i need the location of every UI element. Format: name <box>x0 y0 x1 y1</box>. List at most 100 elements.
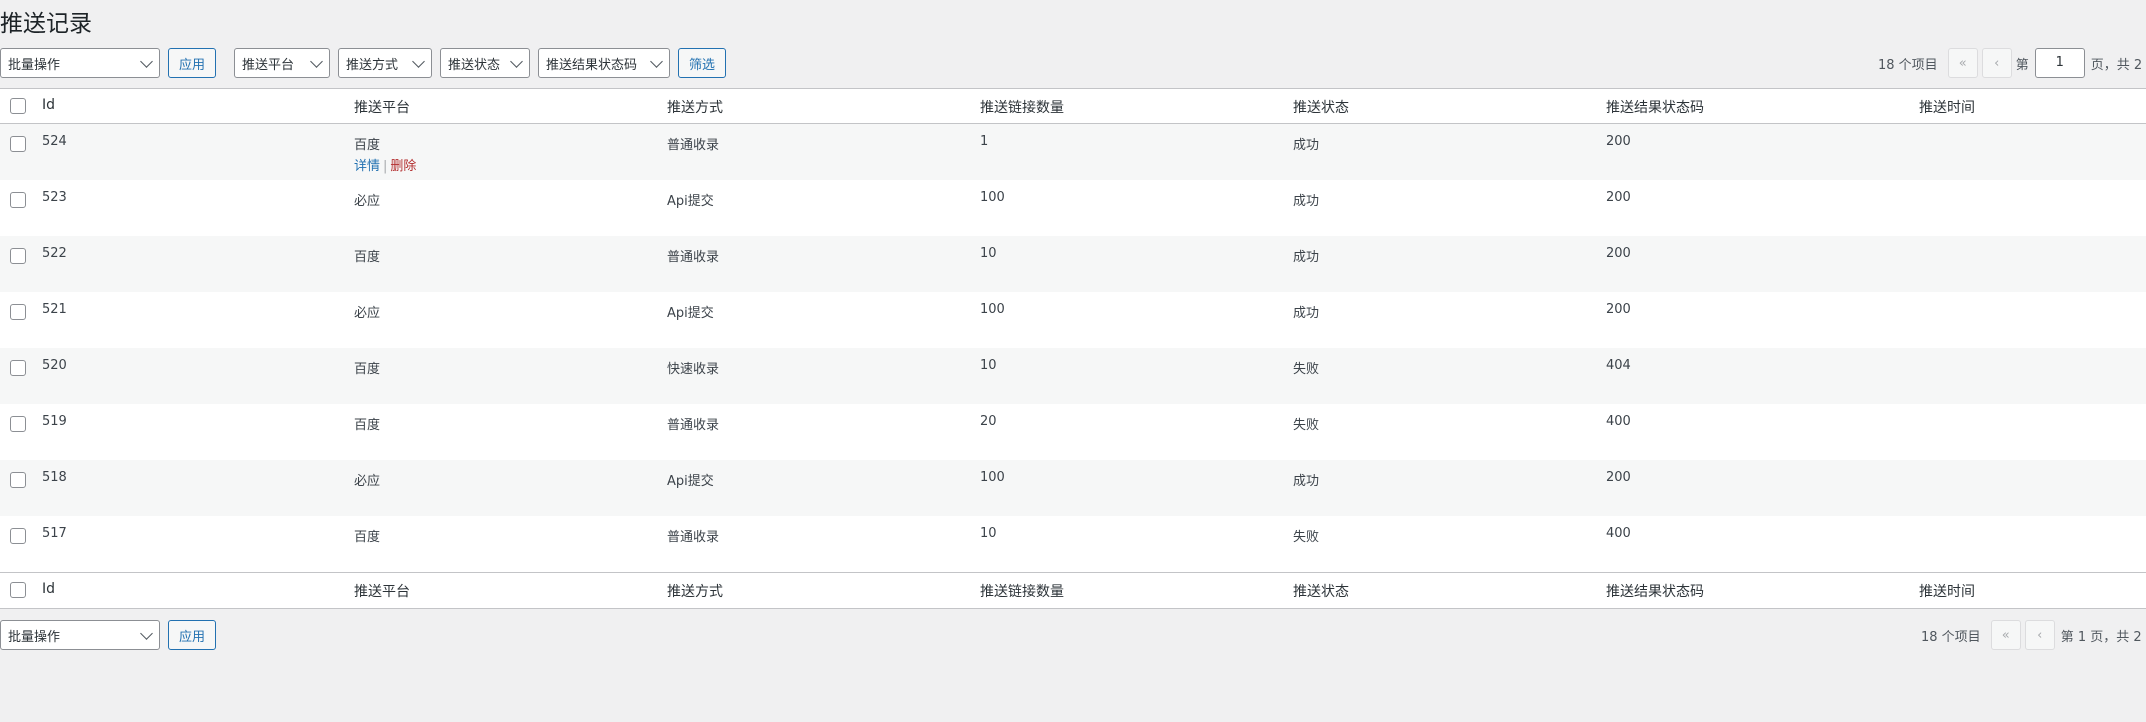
cell-id: 523 <box>42 190 67 205</box>
apply-button-bottom[interactable]: 应用 <box>168 620 216 650</box>
cell-link-count: 10 <box>980 358 997 373</box>
cell-result-code: 200 <box>1606 190 1631 205</box>
bottom-toolbar: 批量操作 应用 <box>0 620 216 650</box>
status-filter-select[interactable]: 推送状态 <box>440 48 530 78</box>
cell-method: 普通收录 <box>667 138 720 153</box>
table-row: 519 百度 普通收录 20 失败 400 <box>0 404 2146 460</box>
result-code-filter-label: 推送结果状态码 <box>546 57 638 73</box>
current-page-input[interactable]: 1 <box>2034 48 2085 78</box>
row-checkbox[interactable] <box>10 472 26 488</box>
action-separator: | <box>383 159 388 174</box>
table-header: Id 推送平台 推送方式 推送链接数量 推送状态 推送结果状态码 推送时间 <box>0 89 2146 124</box>
cell-result-code: 200 <box>1606 470 1631 485</box>
column-header-id[interactable]: Id <box>42 97 55 113</box>
page-indicator-bottom: 第 1 页，共 2 页 <box>2060 629 2146 645</box>
pagination-top: 18 个项目 « ‹ 第 1 页，共 2 页 <box>1878 48 2146 78</box>
cell-status: 成功 <box>1293 250 1320 265</box>
select-all-checkbox-footer[interactable] <box>10 582 26 598</box>
cell-link-count: 100 <box>980 470 1005 485</box>
cell-result-code: 200 <box>1606 246 1631 261</box>
bulk-action-label: 批量操作 <box>8 57 61 73</box>
bulk-action-select[interactable]: 批量操作 <box>0 48 160 78</box>
filter-button[interactable]: 筛选 <box>678 48 726 78</box>
table-row: 518 必应 Api提交 100 成功 200 <box>0 460 2146 516</box>
chevron-down-icon <box>650 54 663 68</box>
first-page-button-bottom[interactable]: « <box>1990 620 2021 650</box>
table-body: 524 百度 普通收录 1 成功 200 详情 | 删除 523 必应 Api提交 100 成功 200 52… <box>0 124 2146 572</box>
method-filter-select[interactable]: 推送方式 <box>338 48 432 78</box>
column-footer-link-count: 推送链接数量 <box>980 584 1064 600</box>
cell-id: 518 <box>42 470 67 485</box>
cell-status: 失败 <box>1293 362 1320 377</box>
row-checkbox[interactable] <box>10 136 26 152</box>
chevron-down-icon <box>310 54 323 68</box>
status-filter-label: 推送状态 <box>448 57 501 73</box>
column-header-method: 推送方式 <box>667 100 723 116</box>
row-checkbox[interactable] <box>10 416 26 432</box>
cell-status: 失败 <box>1293 530 1320 545</box>
table-row: 517 百度 普通收录 10 失败 400 <box>0 516 2146 572</box>
cell-link-count: 20 <box>980 414 997 429</box>
row-checkbox[interactable] <box>10 248 26 264</box>
result-code-filter-select[interactable]: 推送结果状态码 <box>538 48 670 78</box>
cell-platform: 百度 <box>354 138 381 153</box>
prev-page-button[interactable]: ‹ <box>1981 48 2012 78</box>
table-row: 523 必应 Api提交 100 成功 200 <box>0 180 2146 236</box>
detail-link[interactable]: 详情 <box>354 159 380 174</box>
delete-link[interactable]: 删除 <box>390 159 416 174</box>
cell-platform: 百度 <box>354 362 381 377</box>
cell-link-count: 10 <box>980 526 997 541</box>
cell-method: 快速收录 <box>667 362 720 377</box>
cell-platform: 必应 <box>354 474 381 489</box>
cell-id: 522 <box>42 246 67 261</box>
cell-status: 成功 <box>1293 474 1320 489</box>
platform-filter-select[interactable]: 推送平台 <box>234 48 330 78</box>
cell-method: Api提交 <box>667 474 714 489</box>
table-row: 524 百度 普通收录 1 成功 200 详情 | 删除 <box>0 124 2146 180</box>
row-checkbox[interactable] <box>10 304 26 320</box>
cell-link-count: 100 <box>980 302 1005 317</box>
method-filter-label: 推送方式 <box>346 57 399 73</box>
column-header-result-code: 推送结果状态码 <box>1606 100 1704 116</box>
column-footer-status: 推送状态 <box>1293 584 1349 600</box>
cell-platform: 百度 <box>354 250 381 265</box>
chevron-down-icon <box>412 54 425 68</box>
cell-id: 520 <box>42 358 67 373</box>
column-header-push-time: 推送时间 <box>1919 100 1975 116</box>
cell-platform: 百度 <box>354 418 381 433</box>
cell-link-count: 10 <box>980 246 997 261</box>
select-all-checkbox[interactable] <box>10 98 26 114</box>
item-count: 18 个项目 <box>1878 57 1938 73</box>
prev-page-button-bottom[interactable]: ‹ <box>2024 620 2055 650</box>
page-prefix: 第 <box>2015 57 2029 73</box>
cell-result-code: 200 <box>1606 134 1631 149</box>
cell-id: 521 <box>42 302 67 317</box>
cell-id: 524 <box>42 134 67 149</box>
bulk-action-select-bottom[interactable]: 批量操作 <box>0 620 160 650</box>
apply-button[interactable]: 应用 <box>168 48 216 78</box>
cell-result-code: 200 <box>1606 302 1631 317</box>
row-checkbox[interactable] <box>10 528 26 544</box>
cell-method: Api提交 <box>667 194 714 209</box>
cell-link-count: 1 <box>980 134 989 149</box>
column-footer-id[interactable]: Id <box>42 581 55 597</box>
first-page-button[interactable]: « <box>1947 48 1978 78</box>
column-footer-method: 推送方式 <box>667 584 723 600</box>
cell-method: 普通收录 <box>667 418 720 433</box>
row-checkbox[interactable] <box>10 192 26 208</box>
table-row: 522 百度 普通收录 10 成功 200 <box>0 236 2146 292</box>
table-footer: Id 推送平台 推送方式 推送链接数量 推送状态 推送结果状态码 推送时间 <box>0 572 2146 608</box>
column-header-link-count: 推送链接数量 <box>980 100 1064 116</box>
cell-link-count: 100 <box>980 190 1005 205</box>
column-footer-push-time: 推送时间 <box>1919 584 1975 600</box>
records-table: Id 推送平台 推送方式 推送链接数量 推送状态 推送结果状态码 推送时间 52… <box>0 88 2146 609</box>
item-count-bottom: 18 个项目 <box>1921 629 1981 645</box>
column-header-status: 推送状态 <box>1293 100 1349 116</box>
cell-id: 519 <box>42 414 67 429</box>
column-footer-result-code: 推送结果状态码 <box>1606 584 1704 600</box>
row-checkbox[interactable] <box>10 360 26 376</box>
table-row: 520 百度 快速收录 10 失败 404 <box>0 348 2146 404</box>
cell-result-code: 400 <box>1606 526 1631 541</box>
column-footer-platform: 推送平台 <box>354 584 410 600</box>
bulk-action-label-bottom: 批量操作 <box>8 629 61 645</box>
